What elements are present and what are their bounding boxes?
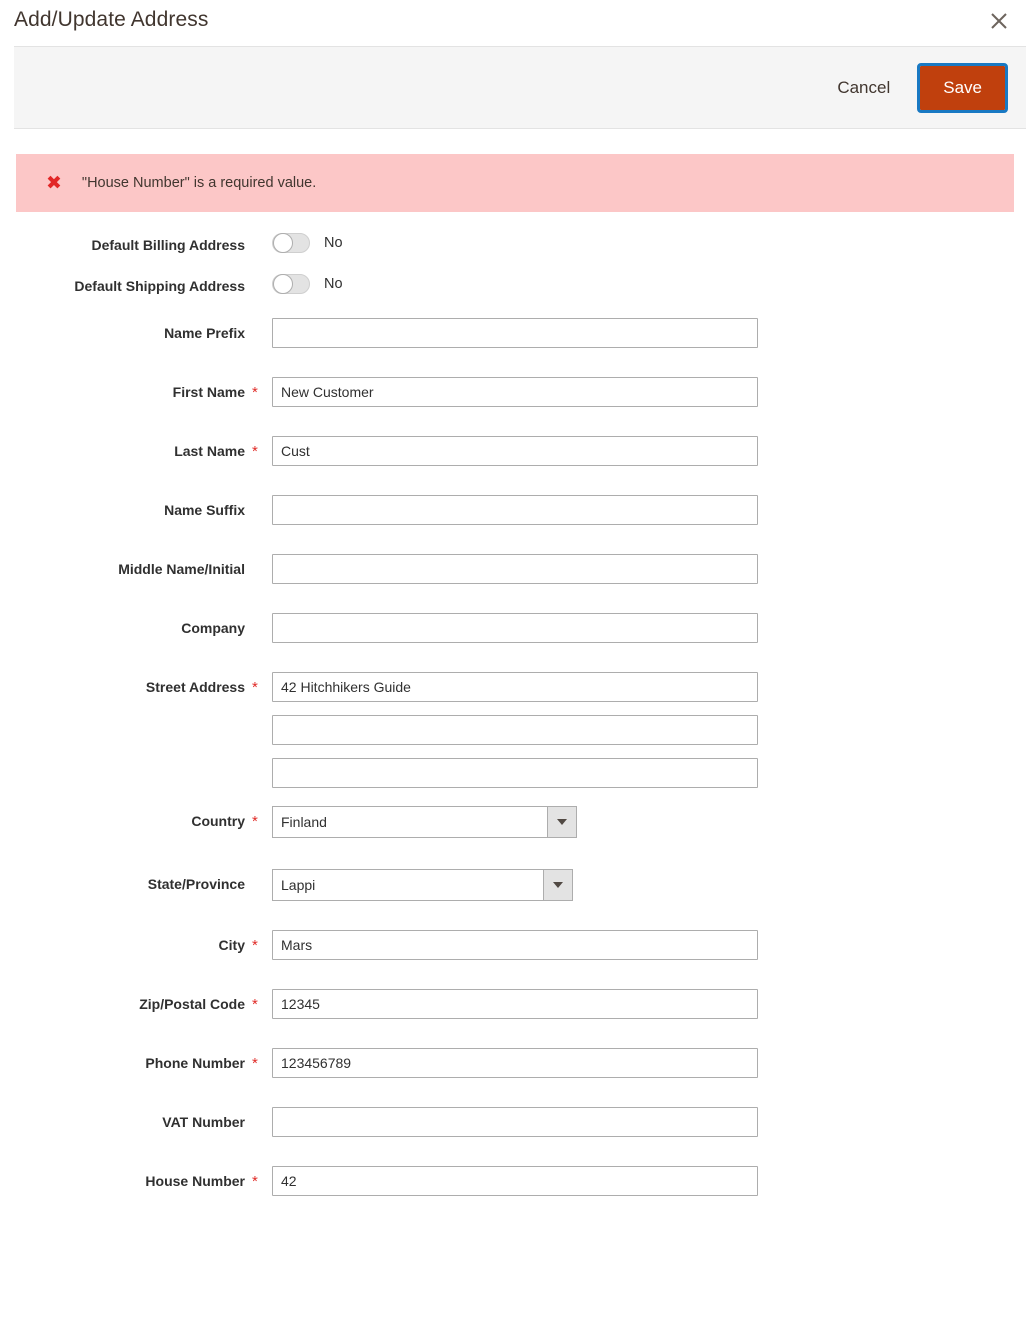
field-name-suffix: Name Suffix	[0, 495, 1026, 525]
middle-name-input[interactable]	[272, 554, 758, 584]
vat-number-input[interactable]	[272, 1107, 758, 1137]
default-billing-address-toggle[interactable]	[272, 233, 310, 253]
error-message-banner: ✖ "House Number" is a required value.	[16, 154, 1014, 212]
required-marker: *	[252, 679, 258, 696]
field-name-prefix: Name Prefix	[0, 318, 1026, 348]
field-label: Name Prefix	[164, 325, 245, 341]
required-marker: *	[252, 813, 258, 830]
required-marker: *	[252, 996, 258, 1013]
close-icon	[982, 11, 1016, 31]
field-label: Name Suffix	[164, 502, 245, 518]
toggle-value-label: No	[324, 276, 343, 292]
house-number-input[interactable]	[272, 1166, 758, 1196]
name-prefix-input[interactable]	[272, 318, 758, 348]
field-country: Country * Finland	[0, 806, 1026, 838]
required-marker: *	[252, 384, 258, 401]
chevron-down-icon[interactable]	[543, 869, 573, 901]
company-input[interactable]	[272, 613, 758, 643]
street-address-line-1-input[interactable]	[272, 672, 758, 702]
default-shipping-address-toggle[interactable]	[272, 274, 310, 294]
first-name-input[interactable]	[272, 377, 758, 407]
field-street-address: Street Address *	[0, 672, 1026, 788]
field-city: City *	[0, 930, 1026, 960]
field-company: Company	[0, 613, 1026, 643]
field-label: Zip/Postal Code	[139, 996, 245, 1012]
chevron-down-icon[interactable]	[547, 806, 577, 838]
modal-action-toolbar: Cancel Save	[14, 46, 1026, 129]
required-marker: *	[252, 1055, 258, 1072]
field-default-billing-address: Default Billing Address No	[0, 230, 1026, 253]
field-default-shipping-address: Default Shipping Address No	[0, 271, 1026, 294]
field-label: Phone Number	[145, 1055, 245, 1071]
required-marker: *	[252, 443, 258, 460]
field-label: VAT Number	[162, 1114, 245, 1130]
field-vat-number: VAT Number	[0, 1107, 1026, 1137]
toggle-knob	[273, 233, 293, 253]
field-label: First Name	[172, 384, 245, 400]
save-button[interactable]: Save	[917, 62, 1008, 113]
city-input[interactable]	[272, 930, 758, 960]
field-label: Street Address	[145, 679, 245, 695]
close-button[interactable]	[982, 4, 1016, 38]
field-label: Country	[191, 813, 245, 829]
required-marker: *	[252, 1173, 258, 1190]
cancel-button[interactable]: Cancel	[823, 70, 904, 106]
error-x-icon: ✖	[46, 171, 62, 194]
field-first-name: First Name *	[0, 377, 1026, 407]
last-name-input[interactable]	[272, 436, 758, 466]
field-middle-name-initial: Middle Name/Initial	[0, 554, 1026, 584]
toggle-value-label: No	[324, 235, 343, 251]
country-select[interactable]: Finland	[272, 806, 577, 838]
field-zip-postal-code: Zip/Postal Code *	[0, 989, 1026, 1019]
field-label: Middle Name/Initial	[118, 561, 245, 577]
street-address-line-2-input[interactable]	[272, 715, 758, 745]
required-marker: *	[252, 937, 258, 954]
street-address-line-3-input[interactable]	[272, 758, 758, 788]
phone-number-input[interactable]	[272, 1048, 758, 1078]
field-label: City	[218, 937, 245, 953]
error-message-text: "House Number" is a required value.	[81, 175, 317, 191]
zip-postal-code-input[interactable]	[272, 989, 758, 1019]
field-label: House Number	[145, 1173, 245, 1189]
field-state-province: State/Province Lappi	[0, 869, 1026, 901]
address-form: Default Billing Address No Default Shipp…	[0, 212, 1026, 1196]
field-last-name: Last Name *	[0, 436, 1026, 466]
field-label: Company	[181, 620, 245, 636]
name-suffix-input[interactable]	[272, 495, 758, 525]
field-phone-number: Phone Number *	[0, 1048, 1026, 1078]
field-label: Default Billing Address	[91, 237, 245, 253]
toggle-knob	[273, 274, 293, 294]
country-selected-value[interactable]: Finland	[272, 806, 547, 838]
state-province-select[interactable]: Lappi	[272, 869, 573, 901]
modal-header: Add/Update Address	[0, 0, 1026, 46]
field-house-number: House Number *	[0, 1166, 1026, 1196]
field-label: Last Name	[174, 443, 245, 459]
field-label: Default Shipping Address	[74, 278, 245, 294]
field-label: State/Province	[147, 876, 245, 892]
page-title: Add/Update Address	[14, 8, 209, 31]
state-province-selected-value[interactable]: Lappi	[272, 869, 543, 901]
